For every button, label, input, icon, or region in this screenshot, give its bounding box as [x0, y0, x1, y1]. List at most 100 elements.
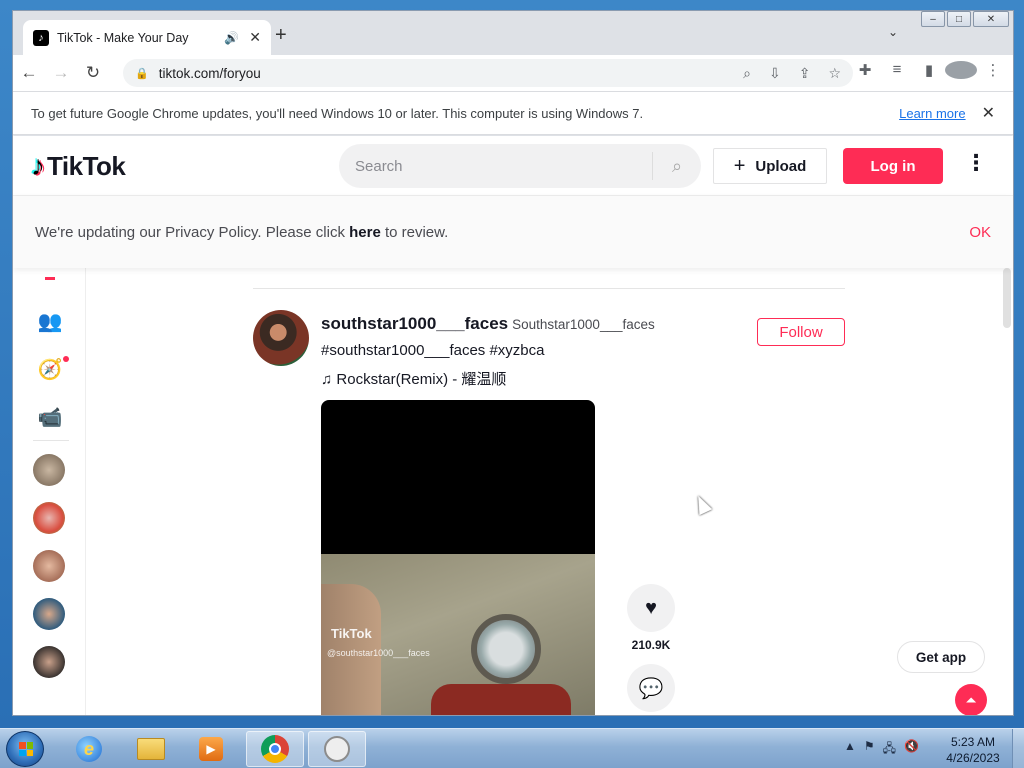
infobar-message: To get future Google Chrome updates, you… [31, 105, 644, 121]
taskbar-ie[interactable]: e [60, 731, 118, 767]
post-music[interactable]: ♫ Rockstar(Remix) - 耀温顺 [321, 368, 506, 389]
share-icon[interactable]: ⇪ [799, 65, 811, 82]
search-input[interactable]: Search [355, 158, 652, 175]
post-nickname[interactable]: Southstar1000___faces [512, 317, 655, 332]
taskbar-clock[interactable]: 5:23 AM 4/26/2023 [940, 734, 1006, 766]
clock-app-icon [324, 736, 350, 762]
avatar[interactable] [33, 454, 65, 486]
comment-button[interactable]: 💬 [627, 664, 675, 712]
tab-tiktok[interactable]: ♪ TikTok - Make Your Day 🔊 ✕ [23, 20, 271, 55]
scrollbar[interactable] [1003, 268, 1011, 328]
avatar[interactable] [33, 550, 65, 582]
volume-muted-icon[interactable]: 🔇 [904, 739, 919, 760]
post-username[interactable]: southstar1000___faces [321, 314, 508, 333]
window-close-icon[interactable]: ✕ [973, 11, 1009, 27]
media-player-icon: ▶ [199, 737, 223, 761]
tiktok-logo[interactable]: ♪ TikTok [31, 150, 126, 182]
sidebar-divider [33, 440, 69, 441]
tab-close-icon[interactable]: ✕ [249, 29, 261, 46]
login-button[interactable]: Log in [843, 148, 943, 184]
action-center-icon[interactable]: ⚑ [864, 739, 875, 760]
extensions-icon[interactable]: ✚ [849, 61, 881, 79]
back-icon[interactable]: ← [13, 63, 45, 83]
learn-more-link[interactable]: Learn more [899, 106, 965, 121]
taskbar-media-player[interactable]: ▶ [182, 731, 240, 767]
music-title[interactable]: Rockstar(Remix) - 耀温顺 [336, 371, 506, 388]
network-icon[interactable]: 🖧 [883, 739, 896, 760]
internet-explorer-icon: e [76, 736, 102, 762]
new-tab-icon[interactable]: + [275, 24, 287, 47]
windows-logo-icon [19, 742, 33, 756]
clock-date: 4/26/2023 [946, 751, 1000, 765]
sound-icon[interactable]: 🔊 [224, 31, 239, 45]
upload-button[interactable]: + Upload [713, 148, 827, 184]
video-headlight [471, 614, 541, 684]
feed-divider [253, 288, 845, 289]
live-icon[interactable]: 📹 [37, 404, 63, 430]
music-note-icon: ♫ [321, 371, 333, 388]
video-motorbike-tank [431, 684, 571, 715]
url-text[interactable]: tiktok.com/foryou [159, 66, 725, 81]
privacy-here-link[interactable]: here [349, 224, 381, 241]
install-icon[interactable]: ⇩ [769, 65, 781, 82]
lock-icon[interactable]: 🔒 [135, 67, 149, 80]
tab-search-icon[interactable]: ⌄ [888, 25, 898, 39]
privacy-ok-button[interactable]: OK [969, 224, 991, 241]
infobar-close-icon[interactable]: ✕ [982, 103, 995, 123]
comment-icon: 💬 [638, 677, 664, 700]
media-icon[interactable]: ≡ [881, 61, 913, 79]
tiktok-page: ♪ TikTok Search ⌕ + Upload Log in ⋮ We'r… [13, 136, 1013, 715]
search-icon[interactable]: ⌕ [743, 65, 751, 82]
start-button[interactable] [6, 731, 44, 767]
chrome-icon [261, 735, 289, 763]
menu-icon[interactable]: ⋮ [977, 61, 1009, 79]
back-to-top-icon[interactable]: ⏶ [955, 684, 987, 715]
tab-title: TikTok - Make Your Day [57, 30, 189, 45]
profile-icon[interactable] [945, 61, 977, 80]
tiktok-wordmark: TikTok [47, 150, 126, 181]
author-avatar[interactable] [253, 310, 309, 366]
like-button[interactable]: ♥ [627, 584, 675, 632]
video-player[interactable]: TikTok @southstar1000___faces [321, 400, 595, 715]
following-icon[interactable]: 👥 [37, 308, 63, 334]
taskbar-chrome[interactable] [246, 731, 304, 767]
sidepanel-icon[interactable]: ▮ [913, 61, 945, 79]
show-desktop-button[interactable] [1012, 729, 1024, 768]
browser-toolbar: ← → ↻ 🔒 tiktok.com/foryou ⌕ ⇩ ⇪ ☆ ✚ ≡ ▮ … [13, 55, 1013, 91]
heart-icon: ♥ [645, 596, 657, 619]
taskbar-explorer[interactable] [122, 731, 180, 767]
reload-icon[interactable]: ↻ [77, 63, 109, 83]
follow-button[interactable]: Follow [757, 318, 845, 346]
plus-icon: + [733, 154, 746, 177]
explore-icon[interactable]: 🧭 [37, 356, 63, 382]
foryou-icon[interactable]: ▬ [37, 272, 63, 283]
tiktok-header: ♪ TikTok Search ⌕ + Upload Log in ⋮ [13, 136, 1013, 196]
video-watermark-user: @southstar1000___faces [327, 648, 430, 658]
avatar[interactable] [33, 598, 65, 630]
windows-taskbar: e ▶ ▲ ⚑ 🖧 🔇 5:23 AM 4/26/2023 [0, 728, 1024, 768]
post-hashtags[interactable]: #southstar1000___faces #xyzbca [321, 342, 544, 359]
star-icon[interactable]: ☆ [828, 65, 841, 82]
get-app-button[interactable]: Get app [897, 641, 985, 673]
tiktok-note-icon: ♪ [31, 150, 45, 181]
minimize-icon[interactable]: – [921, 11, 945, 27]
feed: southstar1000___faces Southstar1000___fac… [253, 268, 845, 715]
more-options-icon[interactable]: ⋮ [965, 150, 987, 176]
forward-icon[interactable]: → [45, 63, 77, 83]
window-controls: – □ ✕ [919, 11, 1009, 27]
maximize-icon[interactable]: □ [947, 11, 971, 27]
explore-dot [63, 356, 69, 362]
system-tray: ▲ ⚑ 🖧 🔇 [844, 739, 919, 760]
folder-icon [137, 738, 165, 760]
search-button-icon[interactable]: ⌕ [653, 156, 701, 177]
tray-expand-icon[interactable]: ▲ [844, 739, 856, 760]
address-bar[interactable]: 🔒 tiktok.com/foryou ⌕ ⇩ ⇪ ☆ [123, 59, 853, 87]
video-watermark-logo: TikTok [331, 626, 372, 641]
search-box[interactable]: Search ⌕ [339, 144, 701, 188]
clock-time: 5:23 AM [950, 735, 996, 749]
taskbar-clock-app[interactable] [308, 731, 366, 767]
post-author[interactable]: southstar1000___faces Southstar1000___fac… [321, 314, 655, 334]
avatar[interactable] [33, 646, 65, 678]
avatar[interactable] [33, 502, 65, 534]
toolbar-actions: ✚ ≡ ▮ ⋮ [849, 61, 1009, 80]
